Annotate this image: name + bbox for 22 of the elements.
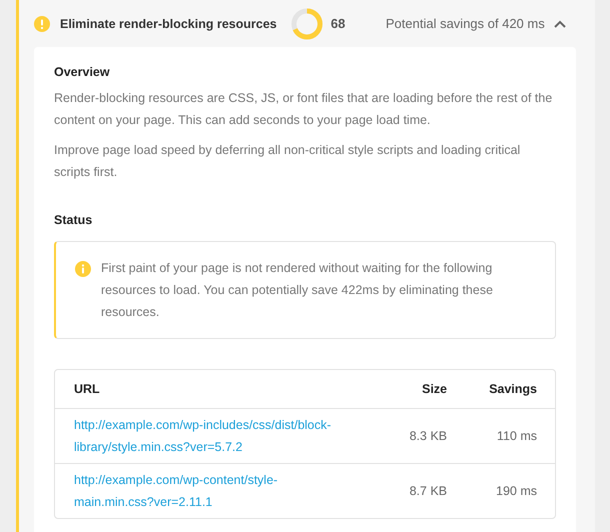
warning-icon: [34, 16, 50, 32]
resource-url-link[interactable]: http://example.com/wp-content/style-main.min.css?ver=2.11.1: [74, 464, 346, 518]
score-value: 68: [330, 16, 346, 31]
collapse-button[interactable]: [554, 20, 566, 28]
score-ring: [290, 8, 323, 40]
overview-paragraph: Improve page load speed by deferring all non-critical style scripts and loading critical scripts first.: [54, 142, 522, 181]
size-cell-text: 8.7 KB: [408, 484, 447, 498]
section-heading: Overview: [54, 65, 111, 79]
column-header: URL: [74, 382, 101, 396]
savings-cell-text: 110 ms: [496, 429, 537, 443]
resource-url-link[interactable]: http://example.com/wp-includes/css/dist/block-library/style.min.css?ver=5.7.2: [74, 409, 346, 463]
overview-paragraph: Render-blocking resources are CSS, JS, or font files that are loading before the rest of the content on your page. This can add seconds to your page load time.: [54, 90, 554, 129]
potential-savings: Potential savings of 420 ms: [386, 16, 546, 31]
notice-text: First paint of your page is not rendered without waiting for the following resources to load. You can potentially save 422ms by eliminating these resources.: [101, 260, 494, 321]
size-cell-text: 8.3 KB: [408, 429, 447, 443]
chevron-icon: [554, 20, 566, 28]
section-heading: Status: [54, 213, 94, 227]
column-header: Size: [420, 382, 447, 396]
column-header: Savings: [488, 382, 537, 396]
info-icon: [75, 261, 91, 277]
audit-title: Eliminate render-blocking resources: [60, 16, 277, 30]
savings-cell-text: 190 ms: [495, 484, 537, 498]
